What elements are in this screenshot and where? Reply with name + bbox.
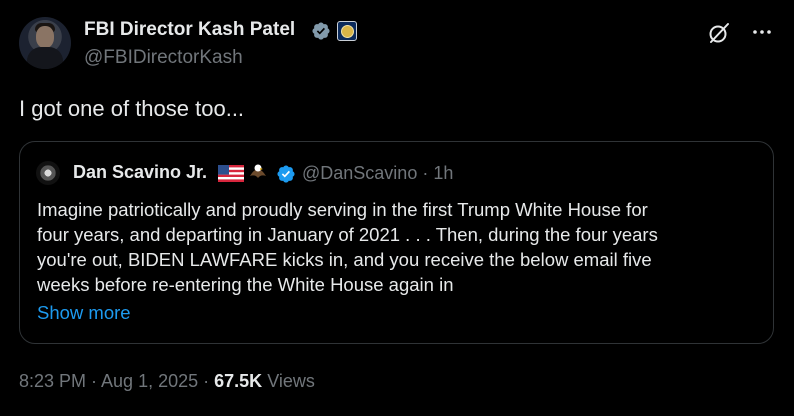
verified-badge-icon [312,22,330,40]
quoted-body-line: Imagine patriotically and proudly servin… [37,199,648,220]
views-count[interactable]: 67.5K [214,371,262,391]
post-meta: 8:23 PM · Aug 1, 2025 · 67.5K Views [19,371,315,392]
verified-badge-icon [277,165,295,183]
quoted-author-avatar[interactable] [36,161,60,185]
author-display-name[interactable]: FBI Director Kash Patel [84,19,295,41]
more-icon[interactable] [751,24,773,40]
post-text: I got one of those too... [19,96,245,121]
quoted-post-body: Imagine patriotically and proudly servin… [37,197,757,297]
author-handle[interactable]: @FBIDirectorKash [84,47,243,69]
us-flag-icon [218,165,244,182]
quoted-body-line: you're out, BIDEN LAWFARE kicks in, and … [37,249,652,270]
grok-icon[interactable] [707,21,731,45]
show-more-link[interactable]: Show more [37,302,131,324]
quoted-author-handle-time[interactable]: @DanScavino · 1h [302,163,453,184]
quoted-body-line: four years, and departing in January of … [37,224,658,245]
fbi-seal-icon[interactable] [337,21,357,41]
post-timestamp[interactable]: 8:23 PM · Aug 1, 2025 [19,371,198,391]
author-avatar[interactable] [19,17,71,69]
views-label: Views [267,371,315,391]
quoted-author-display-name[interactable]: Dan Scavino Jr. [73,162,207,183]
eagle-icon [250,164,266,178]
quoted-body-line: weeks before re-entering the White House… [37,274,454,295]
meta-separator: · [198,371,215,391]
